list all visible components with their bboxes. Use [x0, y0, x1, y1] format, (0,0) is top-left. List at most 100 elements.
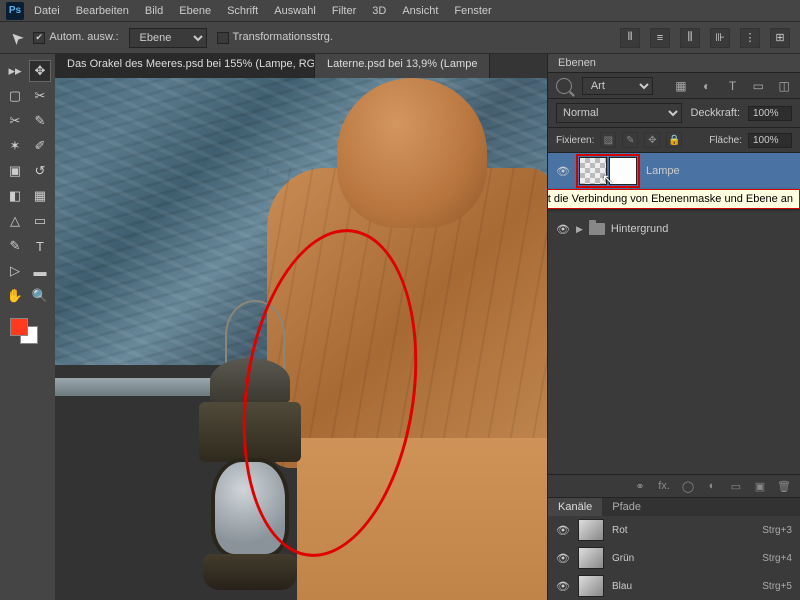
type-tool[interactable]: T [29, 235, 51, 257]
eyedropper-tool[interactable]: ✎ [29, 110, 51, 132]
channel-shortcut: Strg+5 [762, 581, 792, 592]
foreground-color[interactable] [10, 318, 28, 336]
link-tooltip: Zeigt die Verbindung von Ebenenmaske und… [548, 189, 800, 209]
menu-image[interactable]: Bild [139, 5, 169, 17]
visibility-icon[interactable]: 👁 [556, 552, 570, 565]
direct-select-tool[interactable]: ▷ [4, 260, 26, 282]
marquee-tool[interactable]: ▢ [4, 85, 26, 107]
filter-shape-icon[interactable]: ▭ [750, 78, 766, 94]
visibility-icon[interactable]: 👁 [556, 223, 570, 236]
lock-all-icon[interactable]: 🔒 [666, 132, 682, 148]
layer-fx-icon[interactable]: fx. [656, 478, 672, 494]
new-group-icon[interactable]: ▭ [728, 478, 744, 494]
shape-tool[interactable]: ▭ [29, 210, 51, 232]
visibility-icon[interactable]: 👁 [556, 165, 570, 178]
layer-row[interactable]: 👁 ▶ Hintergrund [548, 211, 800, 247]
menu-edit[interactable]: Bearbeiten [70, 5, 135, 17]
transform-controls-label: Transformationsstrg. [233, 31, 333, 43]
stamp-tool[interactable]: ▣ [4, 160, 26, 182]
color-swatches[interactable] [4, 318, 51, 350]
document-tabs: Das Orakel des Meeres.psd bei 155% (Lamp… [55, 54, 547, 78]
auto-select-target[interactable]: Ebene [129, 28, 207, 48]
expand-icon[interactable]: ▶ [576, 224, 583, 235]
layer-row[interactable]: 👁 ↖ Lampe [548, 153, 800, 189]
history-brush-tool[interactable]: ↺ [29, 160, 51, 182]
opacity-input[interactable] [748, 106, 792, 121]
layer-filter-kind[interactable]: Art [582, 77, 653, 95]
fill-input[interactable] [748, 133, 792, 148]
auto-select-checkbox[interactable] [33, 32, 45, 44]
paths-tab[interactable]: Pfade [602, 498, 651, 516]
filter-smart-icon[interactable]: ◫ [776, 78, 792, 94]
toolbox: ▸▸ ✥ ▢ ✂ ✂ ✎ ✶ ✐ ▣ ↺ ◧ ▦ △ ▭ ✎ T ▷ ▬ ✋ 🔍 [0, 54, 55, 600]
document-tab[interactable]: Laterne.psd bei 13,9% (Lampe [315, 54, 490, 78]
add-mask-icon[interactable]: ◯ [680, 478, 696, 494]
lock-pixels-icon[interactable]: ✎ [622, 132, 638, 148]
menu-select[interactable]: Auswahl [268, 5, 322, 17]
menu-filter[interactable]: Filter [326, 5, 362, 17]
lock-label: Fixieren: [556, 135, 594, 146]
align-icon[interactable]: ⫼ [680, 28, 700, 48]
visibility-icon[interactable]: 👁 [556, 580, 570, 593]
new-adjustment-icon[interactable]: ◐ [704, 478, 720, 494]
fill-label: Fläche: [709, 135, 742, 146]
crop-tool[interactable]: ✂ [4, 110, 26, 132]
gradient-tool[interactable]: ▦ [29, 185, 51, 207]
path-tool[interactable]: ✎ [4, 235, 26, 257]
menu-type[interactable]: Schrift [221, 5, 264, 17]
align-icon[interactable]: ≡ [650, 28, 670, 48]
menu-layer[interactable]: Ebene [173, 5, 217, 17]
zoom-tool[interactable]: 🔍 [29, 285, 51, 307]
layers-list: 👁 ↖ Lampe Zeigt die Verbindung von Ebene… [548, 153, 800, 474]
layer-name[interactable]: Hintergrund [611, 223, 668, 235]
align-icon[interactable]: ⊞ [770, 28, 790, 48]
menu-window[interactable]: Fenster [448, 5, 497, 17]
pen-tool[interactable]: △ [4, 210, 26, 232]
healing-tool[interactable]: ✶ [4, 135, 26, 157]
lasso-tool[interactable]: ✂ [29, 85, 51, 107]
menu-file[interactable]: Datei [28, 5, 66, 17]
document-tab[interactable]: Das Orakel des Meeres.psd bei 155% (Lamp… [55, 54, 315, 78]
canvas[interactable] [55, 78, 547, 600]
layers-panel-tab[interactable]: Ebenen [548, 54, 800, 73]
brush-tool[interactable]: ✐ [29, 135, 51, 157]
menu-3d[interactable]: 3D [366, 5, 392, 17]
filter-search-icon[interactable] [556, 78, 572, 94]
app-icon: Ps [6, 2, 24, 20]
layer-actions: ⚭ fx. ◯ ◐ ▭ ▣ 🗑 [548, 475, 800, 498]
tab-icon[interactable]: ▸▸ [4, 60, 26, 82]
channels-tab[interactable]: Kanäle [548, 498, 602, 516]
eraser-tool[interactable]: ◧ [4, 185, 26, 207]
lock-position-icon[interactable]: ✥ [644, 132, 660, 148]
channel-name: Rot [612, 525, 754, 536]
layer-mask-thumbnail[interactable] [609, 157, 637, 185]
filter-type-icon[interactable]: T [725, 78, 741, 94]
new-layer-icon[interactable]: ▣ [752, 478, 768, 494]
rect-tool[interactable]: ▬ [29, 260, 51, 282]
filter-pixel-icon[interactable]: ▦ [673, 78, 689, 94]
align-icon[interactable]: ⊪ [710, 28, 730, 48]
lock-transparent-icon[interactable]: ▨ [600, 132, 616, 148]
align-icon[interactable]: ⫴ [620, 28, 640, 48]
auto-select-label: Autom. ausw.: [49, 31, 118, 43]
channel-row[interactable]: 👁 Rot Strg+3 [548, 516, 800, 544]
layer-name[interactable]: Lampe [646, 165, 680, 177]
channel-row[interactable]: 👁 Grün Strg+4 [548, 544, 800, 572]
channel-row[interactable]: 👁 Blau Strg+5 [548, 572, 800, 600]
move-tool[interactable]: ✥ [29, 60, 51, 82]
visibility-icon[interactable]: 👁 [556, 524, 570, 537]
channel-shortcut: Strg+3 [762, 525, 792, 536]
hand-tool[interactable]: ✋ [4, 285, 26, 307]
transform-controls-checkbox[interactable] [217, 32, 229, 44]
menu-view[interactable]: Ansicht [396, 5, 444, 17]
filter-adjust-icon[interactable]: ◐ [699, 78, 715, 94]
menu-bar: Ps Datei Bearbeiten Bild Ebene Schrift A… [0, 0, 800, 22]
align-icon[interactable]: ⋮ [740, 28, 760, 48]
blend-mode-select[interactable]: Normal [556, 103, 682, 123]
layer-thumbnail[interactable] [579, 157, 607, 185]
folder-icon [589, 223, 605, 235]
link-layers-icon[interactable]: ⚭ [632, 478, 648, 494]
opacity-label: Deckkraft: [690, 107, 740, 119]
channel-thumbnail [578, 519, 604, 541]
delete-layer-icon[interactable]: 🗑 [776, 478, 792, 494]
